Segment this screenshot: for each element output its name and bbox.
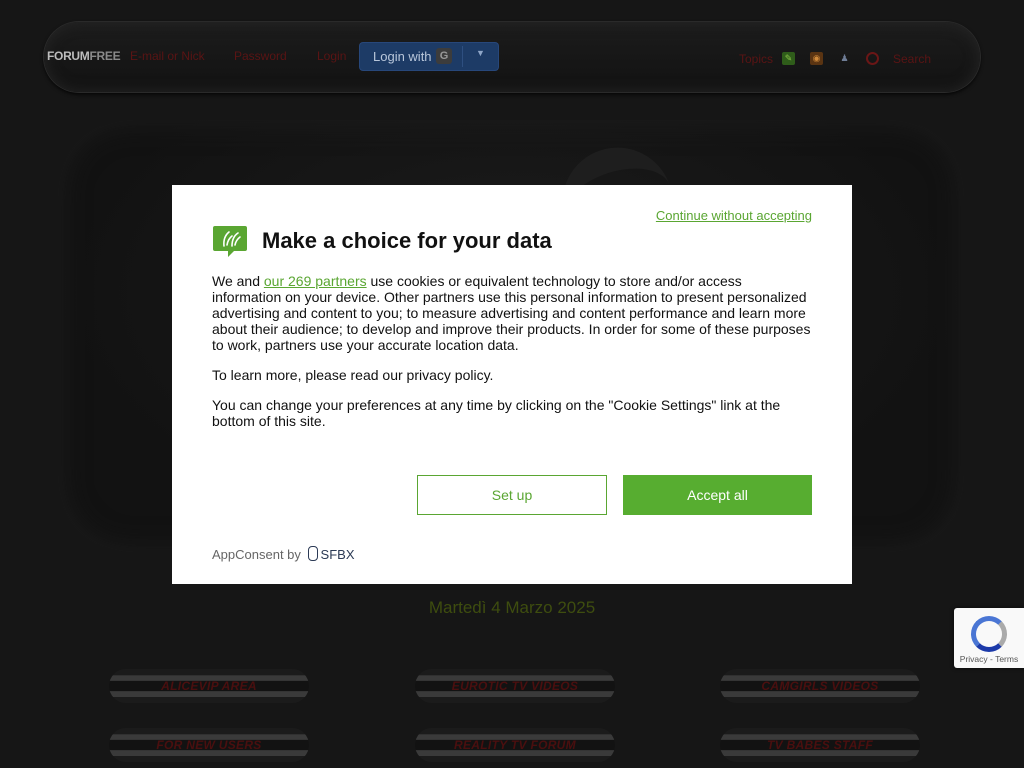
login-with-separator (462, 46, 463, 67)
login-link[interactable]: Login (317, 49, 346, 63)
set-up-button[interactable]: Set up (417, 475, 607, 515)
password-field[interactable]: Password (234, 49, 287, 63)
nav-reality-tv-forum[interactable]: REALITY TV FORUM (415, 728, 615, 762)
topics-link[interactable]: Topics (739, 52, 773, 66)
recaptcha-privacy-terms[interactable]: Privacy - Terms (954, 654, 1024, 664)
login-with-label: Login with (373, 49, 432, 64)
nav-alicevip-area[interactable]: ALICEVIP AREA (109, 669, 309, 703)
nav-tv-babes-staff[interactable]: TV BABES STAFF (720, 728, 920, 762)
nav-eurotic-tv-videos[interactable]: EUROTIC TV VIDEOS (415, 669, 615, 703)
edit-icon[interactable]: ✎ (782, 52, 795, 65)
sfbx-icon (307, 546, 318, 561)
appconsent-footer: AppConsent by SFBX (212, 546, 355, 562)
consent-title: Make a choice for your data (262, 228, 552, 253)
sfbx-brand: SFBX (320, 547, 355, 562)
partners-link[interactable]: our 269 partners (264, 273, 367, 289)
nav-camgirls-videos[interactable]: CAMGIRLS VIDEOS (720, 669, 920, 703)
consent-speech-bubble-icon (213, 226, 247, 257)
cookie-consent-dialog: Continue without accepting Make a choice… (172, 185, 852, 584)
accept-all-button[interactable]: Accept all (623, 475, 812, 515)
recaptcha-icon (971, 616, 1007, 652)
consent-paragraph-privacy: To learn more, please read our privacy p… (212, 367, 494, 383)
login-with-button[interactable]: Login with G ▼ (360, 43, 498, 70)
nav-for-new-users[interactable]: FOR NEW USERS (109, 728, 309, 762)
consent-paragraph-preferences: You can change your preferences at any t… (212, 397, 781, 429)
search-link[interactable]: Search (893, 52, 931, 66)
consent-paragraph-partners: We and our 269 partners use cookies or e… (212, 273, 812, 353)
consent-text: We and (212, 273, 264, 289)
rss-icon[interactable]: ◉ (810, 52, 823, 65)
google-icon: G (436, 48, 452, 64)
appconsent-label: AppConsent by (212, 547, 301, 562)
current-date: Martedì 4 Marzo 2025 (428, 598, 596, 617)
help-icon[interactable] (866, 52, 879, 65)
email-nick-field[interactable]: E-mail or Nick (130, 49, 205, 63)
user-icon[interactable]: ♟ (838, 52, 851, 65)
continue-without-accepting-link[interactable]: Continue without accepting (656, 208, 812, 223)
recaptcha-badge[interactable]: Privacy - Terms (954, 608, 1024, 668)
consent-body: We and our 269 partners use cookies or e… (212, 273, 812, 443)
forumfree-logo[interactable]: FORUMFREE (47, 49, 121, 63)
chevron-down-icon[interactable]: ▼ (476, 48, 485, 58)
